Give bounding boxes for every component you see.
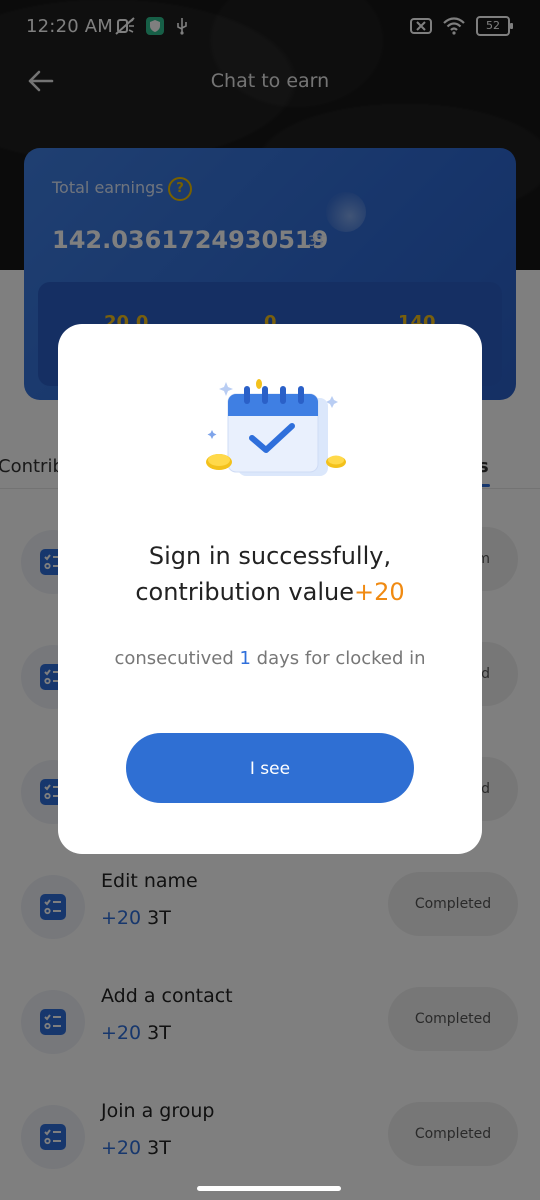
subtitle-prefix: consecutived — [114, 648, 240, 669]
home-indicator[interactable] — [197, 1186, 341, 1191]
dialog-title: Sign in successfully, contribution value… — [58, 538, 482, 610]
dialog-title-line1: Sign in successfully, — [148, 542, 392, 570]
sign-in-dialog: Sign in successfully, contribution value… — [58, 324, 482, 854]
subtitle-suffix: days for clocked in — [250, 648, 426, 669]
contribution-bonus: +20 — [353, 578, 405, 606]
i-see-button[interactable]: I see — [126, 733, 414, 803]
app-screen: 12:20 AM — [0, 0, 540, 1200]
consecutive-days: 1 — [239, 648, 251, 669]
calendar-check-icon — [206, 379, 346, 476]
dialog-title-line2: contribution value — [135, 578, 354, 606]
dialog-subtitle: consecutived 1 days for clocked in — [58, 648, 482, 669]
